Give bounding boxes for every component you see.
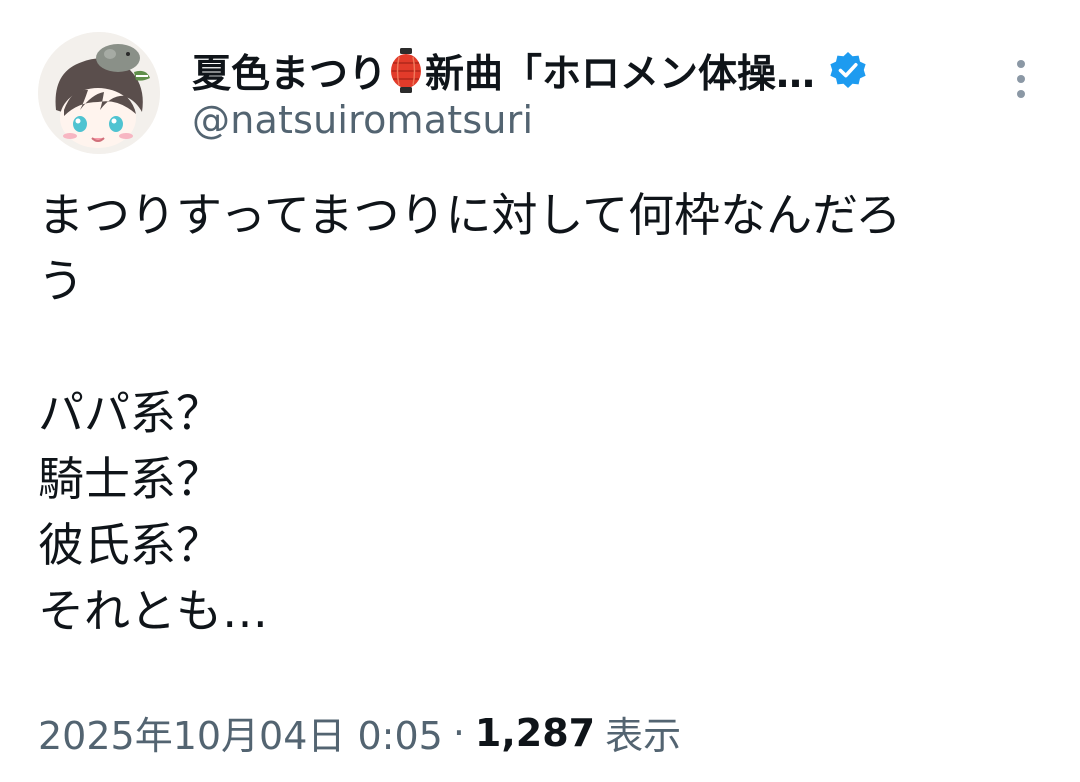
tweet-meta: 2025年10月04日 0:05 · 1,287 表示 [38,705,681,760]
avatar-image [38,32,160,154]
tweet-card: 夏色まつり 新曲「ホロメン体操… @natsuiromatsuri まつりすって… [0,0,1080,782]
tweet-text-line: パパ系？ [38,386,222,440]
views-count: 1,287 [474,710,596,755]
avatar[interactable] [38,32,160,154]
verified-badge-icon [827,50,869,92]
tweet-text-line: それとも… [38,584,268,638]
author-handle[interactable]: @natsuiromatsuri [192,98,533,142]
tweet-text-line: 騎士系？ [38,452,222,506]
author-name-row[interactable]: 夏色まつり 新曲「ホロメン体操… [192,40,869,102]
more-options-icon[interactable] [1004,58,1038,102]
lantern-icon [389,47,423,95]
tweet-text: まつりすってまつりに対して何枠なんだろ う パパ系？ 騎士系？ 彼氏系？ それと… [38,182,1048,644]
timestamp[interactable]: 2025年10月04日 0:05 [38,705,443,760]
display-name[interactable]: 夏色まつり [192,43,387,99]
tweet-text-line [38,314,1048,380]
tweet-text-line: 彼氏系？ [38,518,222,572]
tweet-text-line: う [38,254,84,308]
tweet-text-line: まつりすってまつりに対して何枠なんだろ [38,188,902,242]
views-label: 表示 [605,714,682,758]
meta-separator: · [452,710,465,755]
display-name-suffix[interactable]: 新曲「ホロメン体操… [425,43,815,99]
